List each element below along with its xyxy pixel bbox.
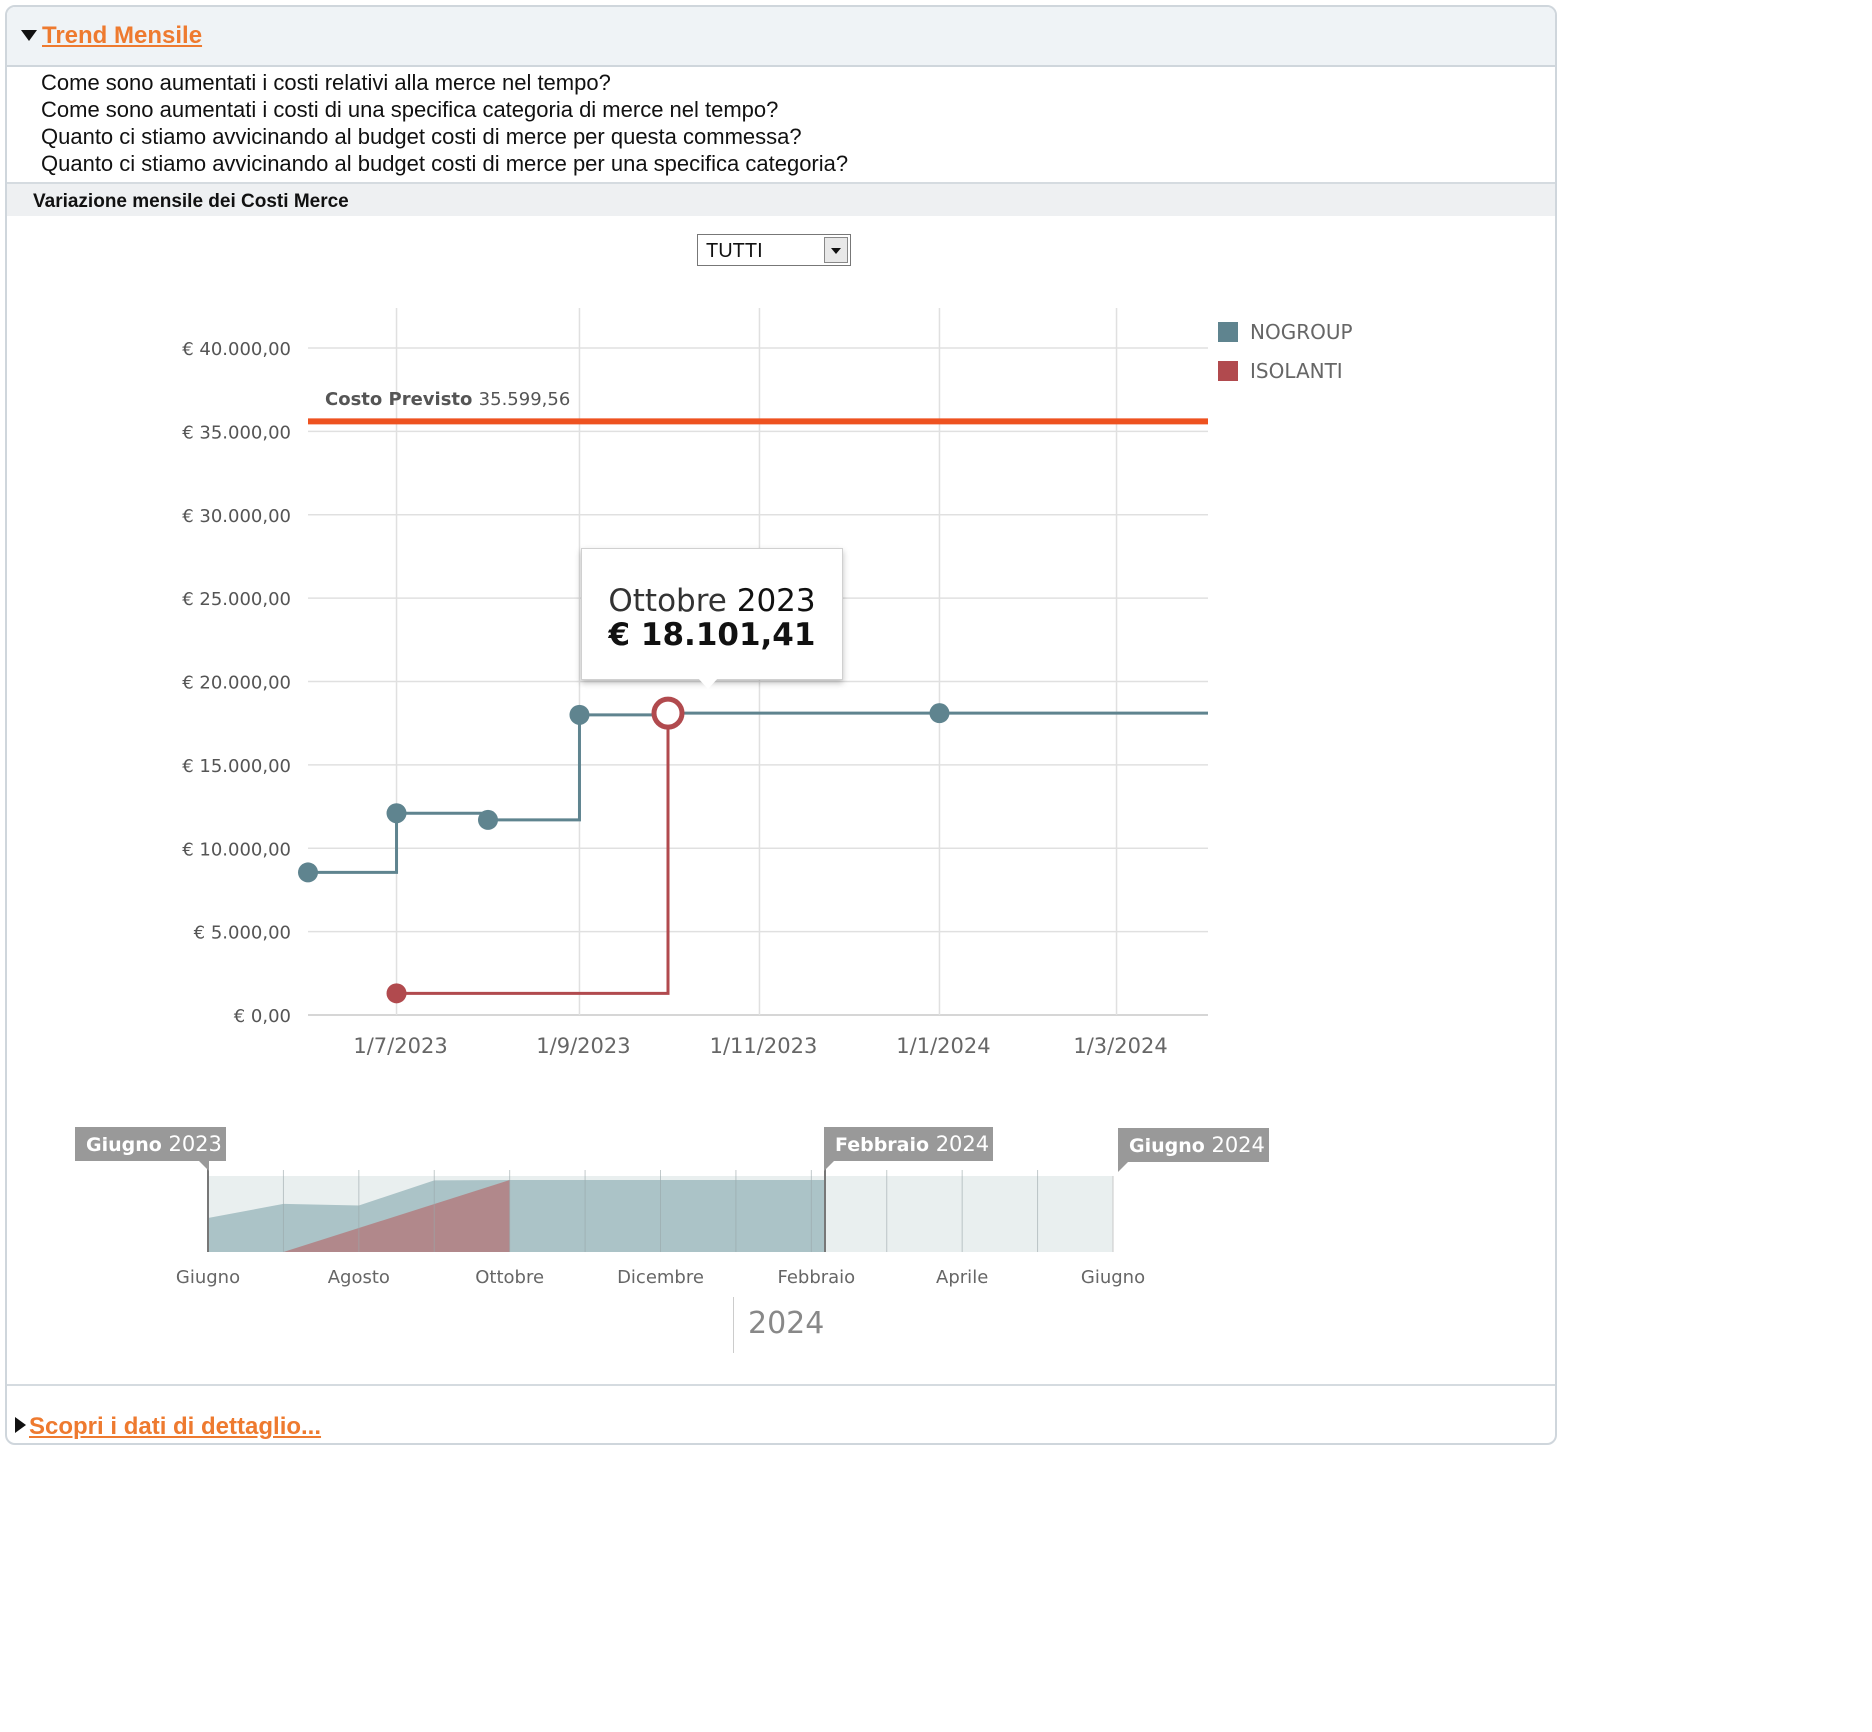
data-point-nogroup [298, 862, 318, 883]
flag-start-tail [199, 1161, 209, 1171]
navigator-year-divider [733, 1297, 734, 1353]
chart-series [298, 696, 1208, 1004]
tooltip-month: Ottobre [608, 583, 727, 619]
data-point-isolanti [386, 983, 407, 1004]
flag-end-tail [1118, 1162, 1128, 1172]
data-point-nogroup [569, 704, 590, 725]
x-tick-label: 1/7/2023 [353, 1034, 447, 1058]
y-tick-label: € 15.000,00 [182, 756, 291, 777]
navigator-month-label: Aprile [936, 1267, 988, 1288]
x-tick-label: 1/9/2023 [536, 1034, 630, 1058]
navigator-month-label: Giugno [176, 1267, 240, 1288]
y-tick-label: € 0,00 [234, 1006, 291, 1027]
navigator-month-label: Agosto [328, 1267, 390, 1288]
flag-mid-year: 2024 [935, 1132, 990, 1156]
y-tick-label: € 30.000,00 [182, 506, 291, 527]
navigator-flag-start[interactable]: Giugno 2023 [75, 1127, 226, 1161]
chart-tooltip: Ottobre 2023 € 18.101,41 [581, 548, 843, 680]
data-point-nogroup [386, 803, 407, 824]
data-point-nogroup [929, 703, 950, 724]
y-tick-label: € 5.000,00 [194, 923, 291, 944]
navigator-month-label: Ottobre [475, 1267, 544, 1288]
navigator-year-label: 2024 [748, 1306, 825, 1341]
navigator-flag-mid[interactable]: Febbraio 2024 [824, 1127, 994, 1161]
x-tick-label: 1/1/2024 [896, 1034, 990, 1058]
budget-line-label: Costo Previsto 35.599,56 [325, 389, 570, 410]
series-line-isolanti [396, 713, 670, 995]
legend-swatch-isolanti [1218, 361, 1238, 381]
navigator-month-label: Giugno [1081, 1267, 1145, 1288]
y-tick-label: € 35.000,00 [182, 422, 291, 443]
budget-label-value: 35.599,56 [479, 389, 571, 410]
flag-start-year: 2023 [168, 1132, 222, 1156]
navigator-month-label: Febbraio [777, 1267, 855, 1288]
tooltip-date: Ottobre 2023 [582, 583, 842, 619]
legend-label-isolanti: ISOLANTI [1250, 359, 1343, 383]
y-tick-label: € 20.000,00 [182, 673, 291, 694]
tooltip-value: € 18.101,41 [608, 617, 816, 653]
flag-mid-tail [824, 1161, 834, 1171]
y-tick-label: € 10.000,00 [182, 839, 291, 860]
chart-svg: Costo Previsto 35.599,56 € 0,00 € 5.000,0… [176, 308, 1208, 1288]
tooltip-pointer [697, 677, 719, 689]
y-tick-label: € 40.000,00 [182, 339, 291, 360]
tooltip-year: 2023 [736, 583, 816, 619]
x-tick-label: 1/11/2023 [710, 1034, 818, 1058]
flag-end-year: 2024 [1211, 1133, 1265, 1157]
x-tick-label: 1/3/2024 [1073, 1034, 1167, 1058]
legend-swatch-nogroup [1218, 322, 1238, 342]
data-point-nogroup [478, 809, 498, 830]
flag-end-month: Giugno [1129, 1135, 1205, 1157]
navigator-flag-end[interactable]: Giugno 2024 [1118, 1128, 1269, 1162]
timeline-navigator[interactable]: Giugno Agosto Ottobre Dicembre Febbraio April… [176, 1165, 1145, 1288]
flag-start-month: Giugno [86, 1134, 162, 1156]
flag-mid-month: Febbraio [835, 1134, 930, 1156]
budget-label-name: Costo Previsto [325, 389, 479, 410]
y-tick-label: € 25.000,00 [182, 589, 291, 610]
highlighted-point [651, 696, 685, 730]
navigator-month-label: Dicembre [617, 1267, 704, 1288]
budget-reference-line: Costo Previsto 35.599,56 [308, 389, 1208, 425]
legend-label-nogroup: NOGROUP [1250, 320, 1353, 344]
